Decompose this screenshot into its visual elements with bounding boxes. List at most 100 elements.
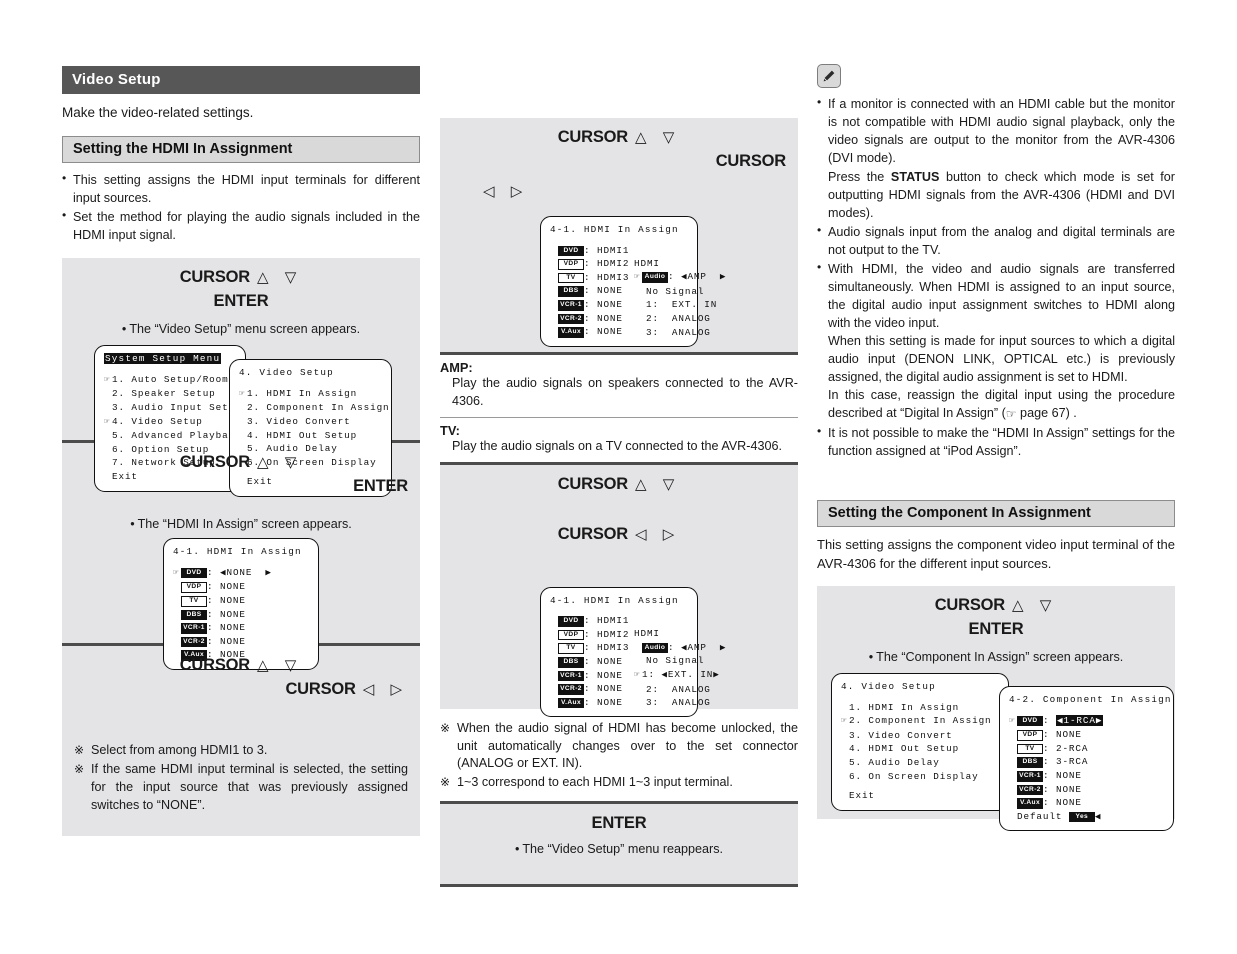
- osd-title: 4-1. HDMI In Assign: [550, 594, 679, 606]
- osd-component-in-assign: 4-2. Component In Assign DVD: ◀1-RCA▶ VD…: [999, 686, 1174, 832]
- cursor-key-label: CURSOR: [179, 656, 251, 675]
- cursor-key-label-2: CURSOR: [715, 152, 787, 170]
- list-item: This setting assigns the HDMI input term…: [62, 170, 420, 207]
- list-item: Set the method for playing the audio sig…: [62, 207, 420, 244]
- enter-key-label: ENTER: [591, 814, 647, 833]
- tv-description-block: TV: Play the audio signals on a TV conne…: [440, 418, 798, 462]
- osd-rows: DVD: HDMI1 VDP: HDMI2 TV: HDMI3 DBS: NON…: [550, 244, 725, 339]
- note-para: If a monitor is connected with an HDMI c…: [828, 97, 1175, 165]
- amp-label: AMP:: [440, 360, 473, 375]
- osd-rows: 1. HDMI In Assign 2. Component In Assign…: [841, 701, 1001, 803]
- status-button-name: STATUS: [890, 170, 940, 184]
- pointing-hand-icon: ☞: [1005, 407, 1017, 421]
- step-3-cursor-ud-row: CURSOR △ ▽: [74, 656, 408, 680]
- step-2-cursor-row: CURSOR △ ▽: [74, 453, 408, 477]
- osd-group-component: 4. Video Setup 1. HDMI In Assign 2. Comp…: [829, 671, 1174, 832]
- cursor-key-label: CURSOR: [179, 268, 251, 287]
- osd-rows: DVD: ◀NONE ▶ VDP: NONE TV: NONE DBS: NON…: [173, 566, 311, 662]
- osd-hdmi-label: HDMI: [634, 628, 660, 640]
- section-heading-component: Setting the Component In Assignment: [817, 500, 1175, 528]
- osd-title: 4-1. HDMI In Assign: [173, 546, 302, 558]
- step-7-cursor-row: CURSOR △ ▽: [829, 596, 1163, 620]
- step-2-enter-row: ENTER: [74, 477, 408, 507]
- osd-hdmi-in-assign-none: 4-1. HDMI In Assign DVD: ◀NONE ▶ VDP: NO…: [163, 538, 319, 670]
- cursor-leftright-arrows-icon: ◁ ▷: [635, 525, 681, 543]
- osd-hdmi-terminal-side: HDMI Audio: ◀AMP ▶ No Signal 1: ◀EXT. IN…: [634, 627, 726, 710]
- step-panel-6: ENTER • The “Video Setup” menu reappears.: [440, 804, 798, 885]
- osd-title: 4. Video Setup: [239, 367, 334, 379]
- list-item: If a monitor is connected with an HDMI c…: [817, 94, 1175, 222]
- osd-title: 4-1. HDMI In Assign: [550, 224, 679, 235]
- step-7-note: • The “Component In Assign” screen appear…: [868, 650, 1124, 665]
- note-para: With HDMI, the video and audio signals a…: [828, 262, 1175, 330]
- osd-title: System Setup Menu: [104, 353, 222, 365]
- cursor-key-label-2: CURSOR: [285, 680, 356, 699]
- page-title: Video Setup: [62, 66, 420, 94]
- component-description: This setting assigns the component video…: [817, 537, 1175, 571]
- hdmi-notes-list: Select from among HDMI1 to 3. If the sam…: [74, 742, 408, 815]
- osd-title: 4-2. Component In Assign: [1009, 694, 1172, 706]
- osd-selected-value: ◀1-RCA▶: [1055, 714, 1104, 726]
- enter-key-label: ENTER: [353, 477, 408, 496]
- cursor-leftright-arrows-icon: ◁ ▷: [483, 183, 529, 200]
- step-1-cursor-row: CURSOR △ ▽: [74, 268, 408, 292]
- step-6-note: • The “Video Setup” menu reappears.: [514, 842, 724, 857]
- left-column: Video Setup Make the video-related setti…: [62, 66, 420, 837]
- list-item: If the same HDMI input terminal is selec…: [74, 761, 408, 815]
- step-7-enter-row: ENTER: [829, 620, 1163, 646]
- step-panel-5: CURSOR △ ▽ CURSOR ◁ ▷ 4-1. HDMI In Assign …: [440, 464, 798, 718]
- middle-column: CURSOR △ ▽ CURSOR ◁ ▷ 4-1. HDMI In Assign…: [440, 118, 798, 888]
- osd-title: 4. Video Setup: [841, 681, 936, 693]
- cursor-updown-arrows-icon: △ ▽: [257, 657, 303, 675]
- cursor-updown-arrows-icon: △ ▽: [1012, 597, 1058, 615]
- step-2-note: • The “HDMI In Assign” screen appears.: [130, 517, 352, 532]
- page-intro: Make the video-related settings.: [62, 105, 254, 120]
- section-heading-hdmi: Setting the HDMI In Assignment: [62, 136, 420, 164]
- step-6-enter-row: ENTER: [452, 814, 786, 838]
- amp-description-block: AMP: Play the audio signals on speakers …: [440, 355, 798, 417]
- osd-status-text: No Signal: [646, 285, 705, 297]
- osd-video-setup-menu-2: 4. Video Setup 1. HDMI In Assign 2. Comp…: [831, 673, 1009, 811]
- cursor-leftright-arrows-icon: ◁ ▷: [362, 681, 408, 699]
- hdmi-bullet-list: This setting assigns the HDMI input term…: [62, 170, 420, 244]
- step-1-enter-row: ENTER: [74, 292, 408, 318]
- step-panel-2: CURSOR △ ▽ ENTER • The “HDMI In Assign” sc…: [62, 443, 420, 670]
- osd-status-text: No Signal: [646, 655, 705, 667]
- osd-hdmi-in-assign-terminal: 4-1. HDMI In Assign DVD: HDMI1 VDP: HDMI…: [540, 586, 725, 718]
- cursor-updown-arrows-icon: △ ▽: [635, 475, 681, 493]
- tv-label: TV:: [440, 422, 460, 438]
- osd-hdmi-audio-side: HDMI Audio: ◀AMP ▶ No Signal 1: EXT. IN …: [634, 257, 726, 340]
- cursor-updown-arrows-icon: △ ▽: [635, 129, 681, 146]
- right-column: If a monitor is connected with an HDMI c…: [817, 64, 1175, 832]
- cursor-key-label: CURSOR: [557, 474, 629, 493]
- enter-key-label: ENTER: [213, 292, 269, 311]
- osd-group-system-video: System Setup Menu 1. Auto Setup/Room EQ …: [74, 343, 408, 497]
- step-panel-1: CURSOR △ ▽ ENTER • The “Video Setup” menu …: [62, 258, 420, 497]
- cursor-key-label: CURSOR: [934, 596, 1006, 615]
- cursor-key-label: CURSOR: [557, 128, 629, 146]
- osd-default-value: Yes: [1068, 811, 1095, 823]
- osd-hdmi-in-assign-audio: 4-1. HDMI In Assign DVD: HDMI1 VDP: HDMI…: [540, 216, 725, 347]
- note-para-pageref: In this case, reassign the digital input…: [828, 388, 1175, 421]
- enter-key-label: ENTER: [968, 620, 1024, 639]
- list-item: Select from among HDMI1 to 3.: [74, 742, 408, 760]
- manual-page: Video Setup Make the video-related setti…: [0, 0, 1237, 954]
- step-1-note: • The “Video Setup” menu screen appears.: [121, 322, 361, 337]
- step-4-cursor-label-row: CURSOR: [452, 152, 787, 182]
- right-notes-list: If a monitor is connected with an HDMI c…: [817, 94, 1175, 460]
- list-item: 1~3 correspond to each HDMI 1~3 input te…: [440, 774, 798, 792]
- step-5-cursor-lr-row: CURSOR ◁ ▷: [452, 499, 786, 569]
- step-4-cursor-lr-row: ◁ ▷: [452, 182, 786, 208]
- pencil-note-icon: [817, 64, 841, 88]
- step-5-cursor-ud-row: CURSOR △ ▽: [452, 475, 786, 499]
- step-panel-3: CURSOR △ ▽ CURSOR ◁ ▷ Select from among HD…: [62, 646, 420, 837]
- list-item: When the audio signal of HDMI has become…: [440, 720, 798, 774]
- tv-text: Play the audio signals on a TV connected…: [452, 438, 782, 453]
- step-4-cursor-ud-row: CURSOR △ ▽: [452, 128, 786, 152]
- mid-notes-list: When the audio signal of HDMI has become…: [440, 720, 798, 793]
- step-panel-7: CURSOR △ ▽ ENTER • The “Component In Assig…: [817, 586, 1175, 832]
- list-item: With HDMI, the video and audio signals a…: [817, 259, 1175, 423]
- osd-default-label: Default: [1017, 810, 1063, 822]
- cursor-updown-arrows-icon: △ ▽: [257, 269, 303, 287]
- note-para: When this setting is made for input sour…: [828, 334, 1175, 384]
